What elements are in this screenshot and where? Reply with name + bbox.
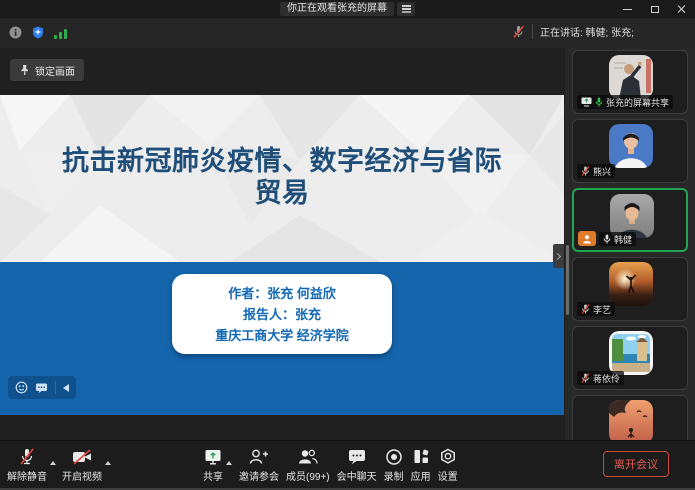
view-menu-button[interactable] [397, 2, 415, 16]
hamburger-icon [402, 5, 411, 7]
participant-name: 李艺 [593, 303, 611, 316]
sidebar-collapse-tab[interactable] [553, 244, 564, 268]
close-icon [677, 4, 687, 14]
chat-label: 会中聊天 [337, 468, 377, 483]
titlebar: 你正在观看张充的屏幕 [0, 0, 695, 18]
share-screen-label: 共享 [203, 468, 223, 483]
participant-name: 熊兴 [593, 165, 611, 178]
emoji-icon[interactable] [15, 381, 28, 394]
mic-muted-icon [581, 304, 590, 314]
pin-view-button[interactable]: 锁定画面 [10, 59, 84, 81]
settings-button[interactable]: 设置 [438, 448, 458, 483]
participant-chip: 韩健 [599, 232, 636, 246]
avatar-zhangchong-share [609, 55, 653, 99]
members-icon [297, 448, 319, 466]
video-options-caret[interactable] [105, 461, 111, 465]
chevron-right-icon [554, 252, 561, 259]
share-screen-icon [203, 448, 223, 466]
record-label: 录制 [384, 468, 404, 483]
participant-chip: 李艺 [577, 302, 615, 316]
network-signal-icon [54, 29, 67, 39]
avatar-jiangyiling [609, 331, 653, 375]
participant-name: 蒋依伶 [593, 372, 620, 385]
participant-chip: 蒋依伶 [577, 371, 624, 385]
author-box: 作者：张充 何益欣 报告人：张充 重庆工商大学 经济学院 [172, 274, 392, 354]
mic-muted-icon [512, 25, 525, 39]
screen-share-icon [581, 97, 592, 107]
participant-name: 韩健 [614, 233, 632, 246]
mic-muted-icon [17, 448, 37, 466]
record-icon [385, 448, 403, 466]
participant-tile[interactable] [572, 395, 688, 440]
collapse-left-icon[interactable] [63, 384, 69, 392]
speaking-status: 正在讲话: 韩健; 张充; [540, 24, 634, 39]
maximize-icon [651, 6, 659, 13]
apps-label: 应用 [411, 468, 431, 483]
unmute-button[interactable]: 解除静音 [7, 448, 47, 483]
avatar-liyi [609, 262, 653, 306]
divider [55, 381, 56, 394]
invite-icon [248, 448, 270, 466]
chat-bubble-icon[interactable] [35, 381, 48, 394]
apps-button[interactable]: 应用 [411, 448, 431, 483]
members-label: 成员(99+) [286, 468, 330, 483]
mic-on-icon [595, 97, 603, 107]
sidebar-scrollbar[interactable] [566, 245, 569, 315]
participant-tile-speaking[interactable]: 韩健 [572, 188, 688, 252]
start-video-label: 开启视频 [62, 468, 102, 483]
security-shield-icon[interactable] [32, 26, 44, 39]
mic-on-icon [603, 234, 611, 244]
meeting-info-icon[interactable] [9, 26, 22, 39]
host-badge-icon [578, 231, 596, 246]
participant-tile[interactable]: 李艺 [572, 257, 688, 321]
participant-tile[interactable]: 蒋依伶 [572, 326, 688, 390]
share-screen-button[interactable]: 共享 [203, 448, 223, 483]
slide-title: 抗击新冠肺炎疫情、数字经济与省际贸易 [62, 145, 502, 209]
meeting-window: 你正在观看张充的屏幕 正在讲话: 韩健; 张充; 锁定画面 [0, 0, 695, 490]
mic-options-caret[interactable] [50, 461, 56, 465]
invite-button[interactable]: 邀请参会 [239, 448, 279, 483]
start-video-button[interactable]: 开启视频 [62, 448, 102, 483]
author-line: 作者：张充 何益欣 [172, 283, 392, 304]
members-button[interactable]: 成员(99+) [286, 448, 330, 483]
participant-tile-screen-share[interactable]: 张充的屏幕共享 [572, 50, 688, 114]
watching-title: 你正在观看张充的屏幕 [280, 2, 394, 16]
apps-icon [412, 448, 430, 466]
pin-icon [19, 64, 30, 76]
share-options-caret[interactable] [226, 461, 232, 465]
participant-name: 张充的屏幕共享 [606, 96, 669, 109]
statusbar: 正在讲话: 韩健; 张充; [0, 18, 695, 48]
chat-icon [347, 448, 367, 466]
participant-chip: 张充的屏幕共享 [577, 95, 673, 109]
pin-view-label: 锁定画面 [35, 63, 75, 78]
slide-footer-area: 作者：张充 何益欣 报告人：张充 重庆工商大学 经济学院 [0, 262, 564, 415]
mic-muted-icon [581, 373, 590, 383]
minimize-button[interactable] [614, 0, 641, 18]
unmute-label: 解除静音 [7, 468, 47, 483]
presentation-slide: 抗击新冠肺炎疫情、数字经济与省际贸易 作者：张充 何益欣 报告人：张充 重庆工商… [0, 95, 564, 415]
participants-sidebar: 张充的屏幕共享 熊兴 韩健 [565, 48, 695, 440]
reaction-toolbar [8, 376, 76, 399]
settings-gear-icon [439, 448, 457, 466]
maximize-button[interactable] [641, 0, 668, 18]
shared-screen-stage: 锁定画面 抗击新冠肺炎疫情、数字经济与省际贸易 作者：张充 何益欣 报告 [0, 48, 564, 440]
divider [532, 24, 533, 39]
chat-button[interactable]: 会中聊天 [337, 448, 377, 483]
meeting-toolbar: 解除静音 开启视频 共享 邀请参 [0, 440, 695, 488]
close-button[interactable] [668, 0, 695, 18]
presenter-line: 报告人：张充 [172, 304, 392, 325]
affiliation-line: 重庆工商大学 经济学院 [172, 325, 392, 346]
avatar-xiongxing [609, 124, 653, 168]
participant-chip: 熊兴 [577, 164, 615, 178]
slide-title-area: 抗击新冠肺炎疫情、数字经济与省际贸易 [0, 95, 564, 262]
avatar-sunset-tree [609, 400, 653, 440]
record-button[interactable]: 录制 [384, 448, 404, 483]
participant-tile[interactable]: 熊兴 [572, 119, 688, 183]
settings-label: 设置 [438, 468, 458, 483]
minimize-icon [623, 9, 632, 10]
leave-meeting-button[interactable]: 离开会议 [603, 451, 669, 477]
camera-off-icon [71, 448, 93, 466]
invite-label: 邀请参会 [239, 468, 279, 483]
mic-muted-icon [581, 166, 590, 176]
